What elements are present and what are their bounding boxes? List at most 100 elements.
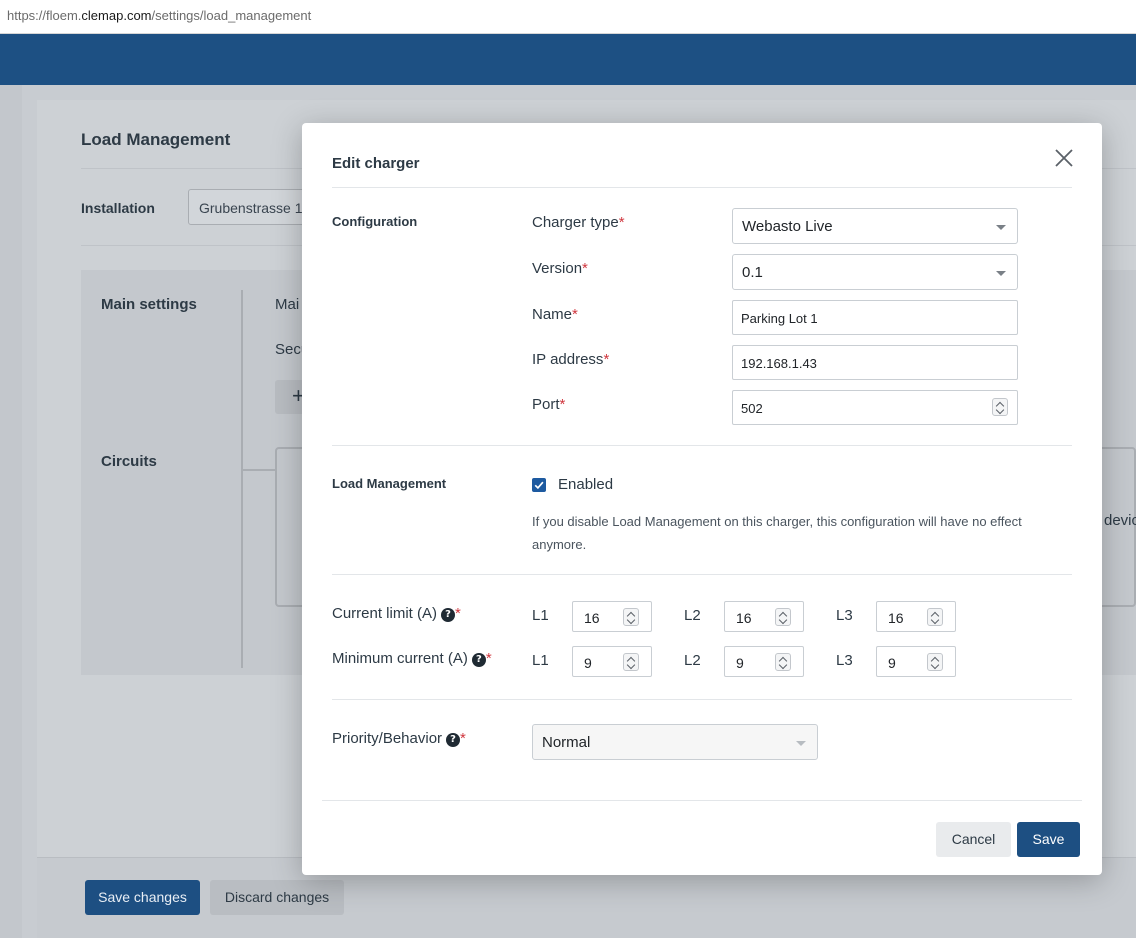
load-management-section-label: Load Management xyxy=(332,476,447,491)
required-mark: * xyxy=(455,605,461,622)
discard-changes-button[interactable]: Discard changes xyxy=(210,880,344,915)
edit-charger-modal: Edit charger Configuration Charger type*… xyxy=(302,123,1102,875)
required-mark: * xyxy=(603,351,610,368)
browser-address-bar[interactable]: https://floem.clemap.com/settings/load_m… xyxy=(0,0,1136,34)
minimum-current-l2-input[interactable]: 9 xyxy=(724,646,804,677)
required-mark: * xyxy=(460,730,466,747)
minimum-current-l1-value: 9 xyxy=(584,655,592,671)
priority-behavior-label: Priority/Behavior? * xyxy=(332,730,466,747)
left-sidebar-strip xyxy=(0,85,22,938)
phase-l1-label: L1 xyxy=(532,652,549,669)
cancel-button[interactable]: Cancel xyxy=(936,822,1011,857)
add-button[interactable]: + xyxy=(275,380,305,414)
port-text: Port xyxy=(532,396,560,413)
priority-behavior-text: Priority/Behavior xyxy=(332,730,443,747)
minimum-current-l1-input[interactable]: 9 xyxy=(572,646,652,677)
phase-l3-label: L3 xyxy=(836,652,853,669)
minimum-current-label: Minimum current (A)? * xyxy=(332,650,492,667)
page-title: Load Management xyxy=(81,130,231,149)
required-mark: * xyxy=(559,396,566,413)
current-limit-text: Current limit (A) xyxy=(332,605,438,622)
port-value: 502 xyxy=(741,401,763,416)
current-limit-l2-value: 16 xyxy=(736,610,752,626)
spinner-arrows-icon[interactable] xyxy=(992,398,1008,416)
question-circle-icon[interactable]: ? xyxy=(446,733,461,747)
minimum-current-l3-input[interactable]: 9 xyxy=(876,646,956,677)
phase-l2-label: L2 xyxy=(684,607,701,624)
main-field-label: Mai xyxy=(275,296,300,313)
configuration-section-label: Configuration xyxy=(332,214,418,229)
close-icon[interactable] xyxy=(1053,147,1075,169)
modal-title: Edit charger xyxy=(332,155,420,172)
port-input[interactable]: 502 xyxy=(732,390,1018,425)
tree-branch-line xyxy=(241,469,276,471)
version-text: Version xyxy=(532,260,583,277)
main-settings-label: Main settings xyxy=(101,296,197,313)
required-mark: * xyxy=(582,260,588,277)
chevron-down-icon xyxy=(996,271,1006,276)
current-limit-label: Current limit (A)? * xyxy=(332,605,461,622)
url-text[interactable]: https://floem.clemap.com/settings/load_m… xyxy=(7,8,311,23)
minimum-current-l2-value: 9 xyxy=(736,655,744,671)
minimum-current-l3-value: 9 xyxy=(888,655,896,671)
ip-address-label: IP address* xyxy=(532,351,609,368)
charger-type-value: Webasto Live xyxy=(742,218,833,235)
tree-vertical-line xyxy=(241,290,243,668)
spinner-arrows-icon[interactable] xyxy=(775,608,791,626)
current-limit-l1-input[interactable]: 16 xyxy=(572,601,652,632)
modal-footer-divider xyxy=(322,800,1082,801)
divider xyxy=(332,699,1072,700)
divider xyxy=(332,187,1072,188)
app-header xyxy=(0,34,1136,85)
checkmark-icon xyxy=(534,481,544,490)
priority-behavior-value: Normal xyxy=(542,734,591,751)
charger-type-text: Charger type xyxy=(532,214,619,231)
minimum-current-text: Minimum current (A) xyxy=(332,650,468,667)
divider xyxy=(332,574,1072,575)
url-path: /settings/load_management xyxy=(151,8,312,23)
url-prefix: https://floem. xyxy=(7,8,82,23)
spinner-arrows-icon[interactable] xyxy=(623,653,639,671)
charger-type-select[interactable]: Webasto Live xyxy=(732,208,1018,244)
installation-label: Installation xyxy=(81,200,155,216)
spinner-arrows-icon[interactable] xyxy=(927,653,943,671)
name-input[interactable]: Parking Lot 1 xyxy=(732,300,1018,335)
name-label: Name* xyxy=(532,306,578,323)
current-limit-l3-value: 16 xyxy=(888,610,904,626)
url-domain: clemap.com xyxy=(81,8,152,23)
priority-behavior-select[interactable]: Normal xyxy=(532,724,818,760)
chevron-down-icon xyxy=(996,225,1006,230)
current-limit-l3-input[interactable]: 16 xyxy=(876,601,956,632)
ip-address-input[interactable]: 192.168.1.43 xyxy=(732,345,1018,380)
installation-value: Grubenstrasse 1 xyxy=(199,200,303,216)
port-label: Port* xyxy=(532,396,565,413)
divider xyxy=(332,445,1072,446)
spinner-arrows-icon[interactable] xyxy=(927,608,943,626)
save-button[interactable]: Save xyxy=(1017,822,1080,857)
name-value: Parking Lot 1 xyxy=(741,311,818,326)
enabled-checkbox[interactable] xyxy=(532,478,546,492)
current-limit-l2-input[interactable]: 16 xyxy=(724,601,804,632)
enabled-label[interactable]: Enabled xyxy=(558,476,613,493)
version-select[interactable]: 0.1 xyxy=(732,254,1018,290)
name-text: Name xyxy=(532,306,573,323)
save-changes-button[interactable]: Save changes xyxy=(85,880,200,915)
chevron-down-icon xyxy=(796,741,806,746)
phase-l3-label: L3 xyxy=(836,607,853,624)
devices-label: devic xyxy=(1104,512,1136,529)
version-label: Version* xyxy=(532,260,588,277)
load-management-help-text: If you disable Load Management on this c… xyxy=(532,514,1022,552)
version-value: 0.1 xyxy=(742,264,763,281)
spinner-arrows-icon[interactable] xyxy=(775,653,791,671)
phase-l2-label: L2 xyxy=(684,652,701,669)
required-mark: * xyxy=(485,650,492,667)
charger-type-label: Charger type* xyxy=(532,214,625,231)
spinner-arrows-icon[interactable] xyxy=(623,608,639,626)
question-circle-icon[interactable]: ? xyxy=(441,608,456,622)
phase-l1-label: L1 xyxy=(532,607,549,624)
ip-address-value: 192.168.1.43 xyxy=(741,356,817,371)
required-mark: * xyxy=(618,214,625,231)
current-limit-l1-value: 16 xyxy=(584,610,600,626)
circuits-label: Circuits xyxy=(101,453,157,470)
question-circle-icon[interactable]: ? xyxy=(471,653,486,667)
